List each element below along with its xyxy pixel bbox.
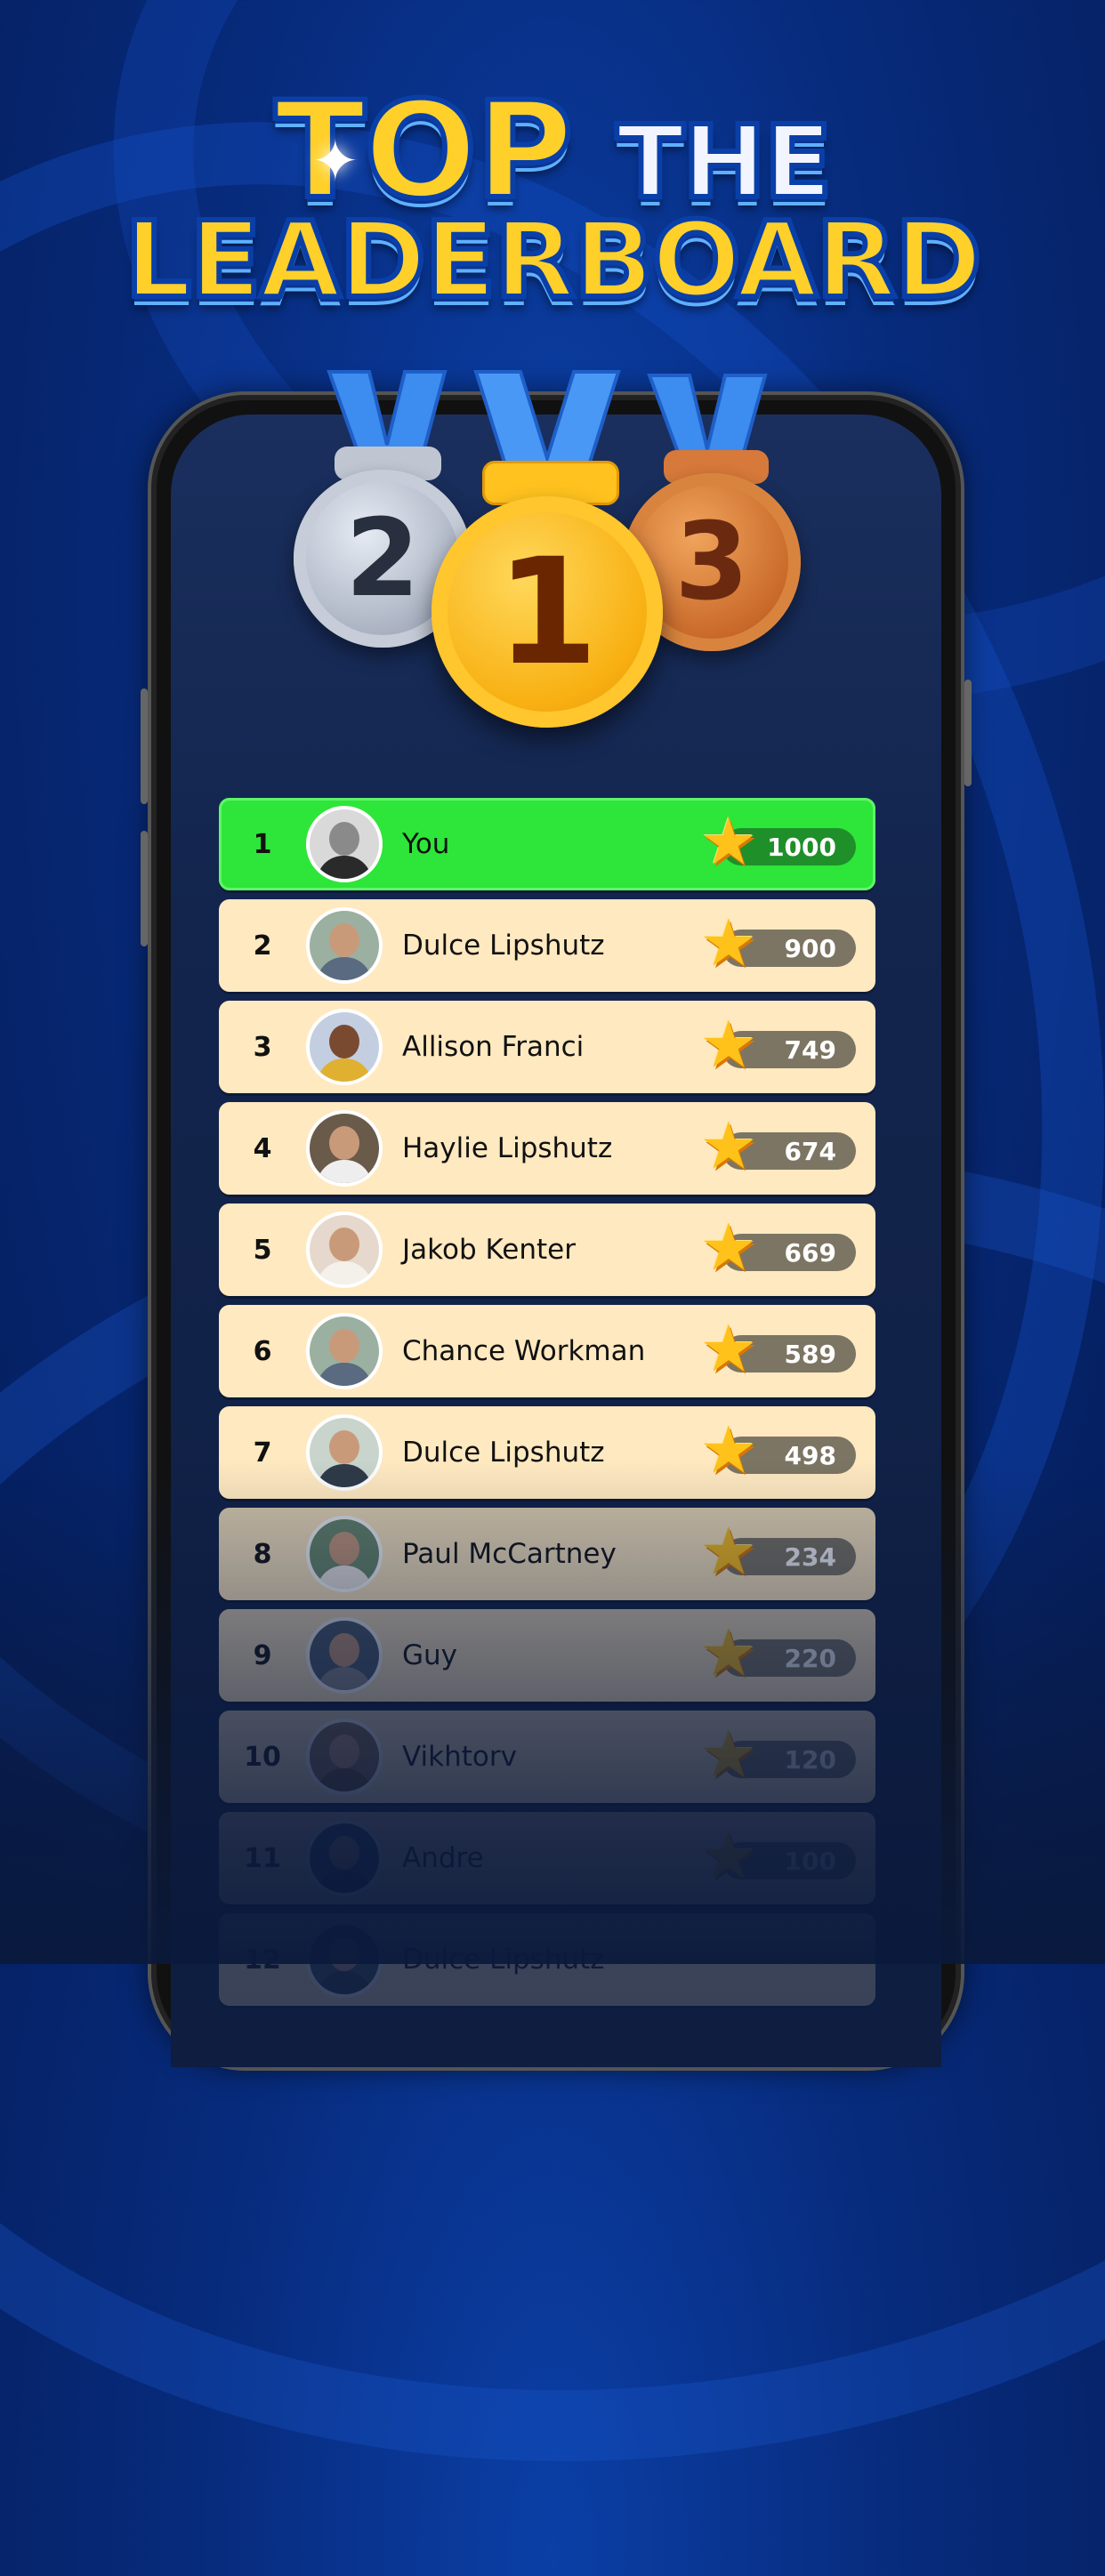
leaderboard-row[interactable]: 4 Haylie Lipshutz 674 ★ — [219, 1102, 875, 1195]
rank-number: 6 — [253, 1335, 272, 1367]
avatar — [306, 1516, 383, 1592]
leaderboard-list: 1 You 1000 ★ 2 Dulce Lipshutz 900 ★ 3 Al… — [219, 798, 875, 2015]
leaderboard-row-you[interactable]: 1 You 1000 ★ — [219, 798, 875, 890]
rank-number: 3 — [253, 1031, 272, 1063]
leaderboard-row[interactable]: 11 Andre 100 ★ — [219, 1812, 875, 1904]
avatar — [306, 1212, 383, 1288]
avatar — [306, 1617, 383, 1694]
rank-number: 10 — [244, 1741, 281, 1773]
phone-side-button — [964, 680, 972, 786]
avatar — [306, 1921, 383, 1998]
rank-number: 8 — [253, 1538, 272, 1570]
leaderboard-row[interactable]: 7 Dulce Lipshutz 498 ★ — [219, 1406, 875, 1499]
rank-number: 5 — [253, 1234, 272, 1266]
gold-medal-icon: 1 — [432, 496, 663, 728]
avatar — [306, 907, 383, 984]
rank-number: 12 — [244, 1944, 281, 1976]
player-name: Dulce Lipshutz — [402, 1944, 605, 1976]
star-icon: ★ — [699, 1108, 758, 1183]
leaderboard-row[interactable]: 6 Chance Workman 589 ★ — [219, 1305, 875, 1397]
star-icon: ★ — [699, 1210, 758, 1284]
title-line-2: LEADERBOARD — [122, 198, 985, 321]
phone-side-button — [141, 831, 148, 946]
rank-number: 1 — [253, 828, 272, 860]
title-banner: TOP THE LEADERBOARD ✦ — [0, 62, 1105, 356]
avatar — [306, 806, 383, 882]
rank-number: 4 — [253, 1132, 272, 1164]
avatar — [306, 1110, 383, 1187]
star-icon: ★ — [699, 804, 758, 879]
avatar — [306, 1820, 383, 1896]
star-icon: ★ — [699, 1615, 758, 1690]
star-icon: ★ — [699, 1007, 758, 1082]
avatar — [306, 1009, 383, 1085]
rank-number: 7 — [253, 1437, 272, 1469]
leaderboard-row[interactable]: 5 Jakob Kenter 669 ★ — [219, 1203, 875, 1296]
avatar — [306, 1313, 383, 1389]
leaderboard-row[interactable]: 2 Dulce Lipshutz 900 ★ — [219, 899, 875, 992]
leaderboard-row[interactable]: 3 Allison Franci 749 ★ — [219, 1001, 875, 1093]
avatar — [306, 1414, 383, 1491]
rank-number: 2 — [253, 930, 272, 962]
star-icon: ★ — [699, 1717, 758, 1791]
star-icon: ★ — [699, 1413, 758, 1487]
medals-podium: 2 3 1 — [285, 365, 836, 738]
star-icon: ★ — [699, 1514, 758, 1589]
rank-number: 9 — [253, 1639, 272, 1671]
avatar — [306, 1719, 383, 1795]
star-icon: ★ — [699, 1818, 758, 1893]
rank-number: 11 — [244, 1842, 281, 1874]
star-icon: ★ — [699, 1311, 758, 1386]
leaderboard-row[interactable]: 12 Dulce Lipshutz — [219, 1913, 875, 2006]
leaderboard-row[interactable]: 8 Paul McCartney 234 ★ — [219, 1508, 875, 1600]
phone-side-button — [141, 688, 148, 804]
leaderboard-row[interactable]: 10 Vikhtorv 120 ★ — [219, 1711, 875, 1803]
sparkle-icon: ✦ — [311, 129, 359, 195]
star-icon: ★ — [699, 906, 758, 980]
leaderboard-row[interactable]: 9 Guy 220 ★ — [219, 1609, 875, 1702]
